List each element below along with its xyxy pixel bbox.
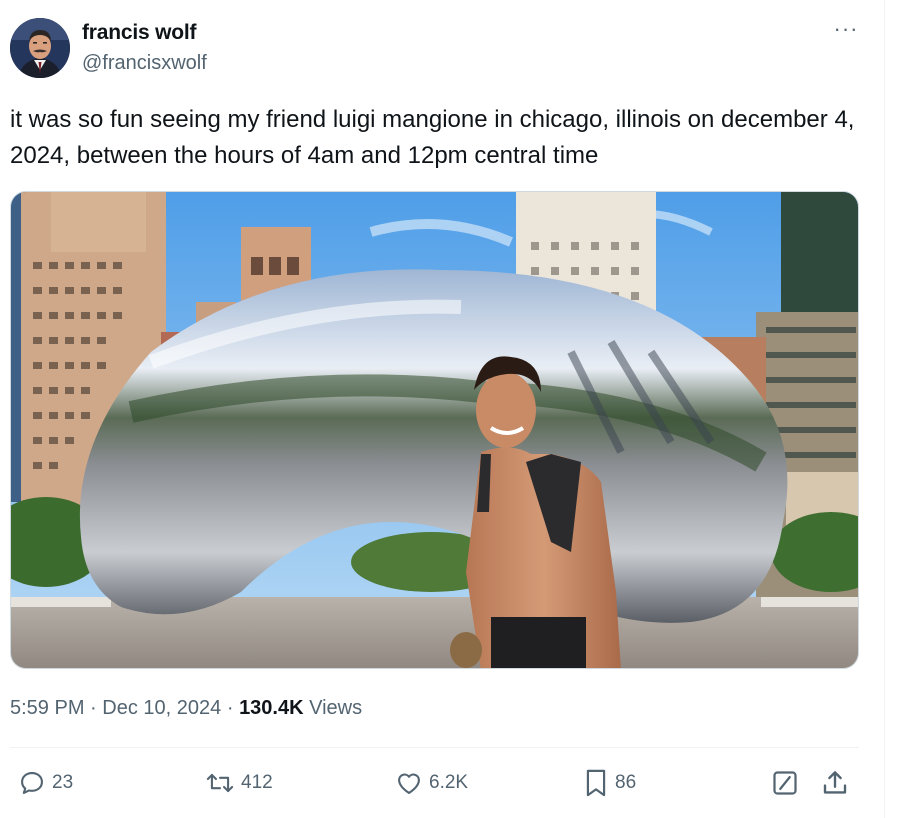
author-handle[interactable]: @francisxwolf [82,52,207,75]
grok-icon [773,771,797,795]
meta-separator: · [226,697,234,719]
like-count: 6.2K [429,772,469,793]
column-divider [884,0,885,818]
share-icon [823,771,847,794]
more-icon[interactable]: ··· [830,18,862,42]
views-count: 130.4K [239,697,304,719]
tweet-date[interactable]: Dec 10, 2024 [102,697,221,719]
retweet-button[interactable]: 412 [205,768,273,798]
tweet-image[interactable] [10,191,859,669]
bookmark-icon [586,769,606,797]
reply-button[interactable]: 23 [18,768,73,798]
tweet-time[interactable]: 5:59 PM [10,697,84,719]
views-label: Views [309,697,363,719]
retweet-icon [206,773,234,793]
avatar[interactable] [10,18,70,78]
actions-divider [10,747,859,748]
author-display-name[interactable]: francis wolf [82,21,196,45]
reply-count: 23 [52,772,74,793]
meta-separator: · [90,697,97,719]
tweet-text: it was so fun seeing my friend luigi man… [10,106,855,169]
like-icon [398,773,420,794]
reply-icon [21,772,43,794]
share-button[interactable] [820,768,850,798]
grok-button[interactable] [771,768,799,798]
like-button[interactable]: 6.2K [395,768,468,798]
bookmark-count: 86 [615,772,637,793]
bookmark-button[interactable]: 86 [583,768,636,798]
retweet-count: 412 [241,772,273,793]
tweet-meta: 5:59 PM · Dec 10, 2024 · 130.4K Views [10,697,362,720]
